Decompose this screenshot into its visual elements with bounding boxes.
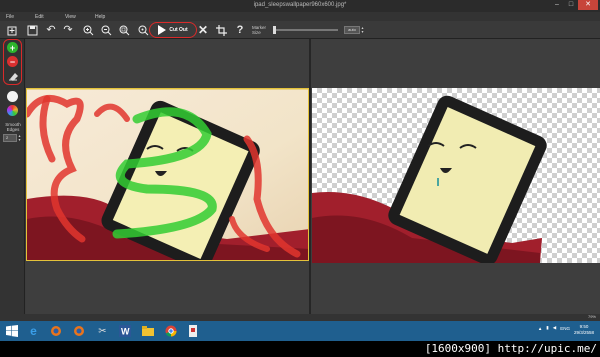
remove-marker-icon[interactable]: − [7, 56, 18, 67]
background-white-icon[interactable] [7, 91, 18, 102]
smooth-edges-spinner[interactable]: ▴ ▾ [17, 134, 22, 142]
chrome-icon[interactable] [162, 323, 179, 339]
scissors-icon[interactable]: ✂ [94, 323, 111, 339]
smooth-edges-label: Smooth Edges [5, 122, 21, 132]
zoom-actual-icon[interactable] [137, 24, 149, 36]
firefox-icon[interactable] [47, 323, 64, 339]
start-icon[interactable] [3, 323, 20, 339]
system-tray: ▲ ▮ ◀ ENG [538, 325, 570, 331]
minimize-button[interactable]: – [550, 0, 564, 10]
close-window-button[interactable]: ✕ [578, 0, 598, 10]
add-image-icon[interactable] [6, 24, 18, 36]
undo-icon[interactable]: ↶ [45, 24, 57, 36]
help-icon[interactable]: ? [234, 24, 246, 36]
ie-icon[interactable]: e [25, 323, 42, 339]
tray-arrow-icon[interactable]: ▲ [538, 326, 542, 331]
marker-size-spinner[interactable]: ▴ ▾ [360, 26, 365, 34]
menu-view[interactable]: View [65, 14, 76, 20]
title-bar: ipad_sleepswallpaper960x600.jpg* – □ ✕ [0, 0, 600, 12]
result-preview [312, 88, 600, 263]
app-icon[interactable] [184, 323, 201, 339]
color-picker-icon[interactable] [7, 105, 18, 116]
marker-size-slider[interactable] [273, 26, 338, 34]
language-indicator[interactable]: ENG [560, 326, 570, 331]
menu-help[interactable]: Help [95, 14, 105, 20]
zoom-level: 79% [587, 314, 596, 319]
cut-out-button[interactable]: Cut Out [149, 22, 197, 38]
marker-size-input[interactable]: auto [344, 26, 360, 34]
keep-marker-icon[interactable]: + [7, 42, 18, 53]
toolbar: ↶ ↷ Cut Out ✕ ? Marker Size auto ▴ ▾ [0, 21, 600, 39]
eraser-icon[interactable] [7, 70, 18, 81]
watermark: [1600x900] http://upic.me/ [0, 341, 600, 357]
crop-icon[interactable] [215, 24, 227, 36]
maximize-button[interactable]: □ [564, 0, 578, 10]
cut-out-label: Cut Out [169, 27, 188, 33]
svg-text:W: W [121, 327, 130, 337]
tool-panel: + − Smooth Edges 2 ▴ ▾ [0, 39, 25, 320]
clock[interactable]: 9:50 29/3/2558 [572, 324, 596, 336]
explorer-icon[interactable] [139, 323, 156, 339]
redo-icon[interactable]: ↷ [62, 24, 74, 36]
status-bar: 79% [0, 314, 600, 321]
network-icon[interactable]: ▮ [546, 325, 548, 331]
clock-date: 29/3/2558 [573, 330, 595, 335]
menu-file[interactable]: File [6, 14, 14, 20]
save-icon[interactable] [26, 24, 38, 36]
play-icon [158, 25, 167, 35]
zoom-in-icon[interactable] [82, 24, 94, 36]
close-icon[interactable]: ✕ [197, 24, 209, 36]
app-window: ipad_sleepswallpaper960x600.jpg* – □ ✕ F… [0, 0, 600, 357]
zoom-out-icon[interactable] [100, 24, 112, 36]
volume-icon[interactable]: ◀ [553, 325, 556, 331]
marker-size-label: Marker Size [252, 25, 267, 35]
firefox-icon[interactable] [70, 323, 87, 339]
word-icon[interactable]: W [116, 323, 133, 339]
menu-edit[interactable]: Edit [35, 14, 44, 20]
smooth-edges-input[interactable]: 2 [3, 134, 17, 142]
slider-thumb[interactable] [273, 26, 276, 34]
taskbar: e ✂ W ▲ ▮ ◀ ENG 9:50 29/3/2558 [0, 321, 600, 341]
source-image[interactable] [26, 88, 309, 261]
window-title: ipad_sleepswallpaper960x600.jpg* [253, 2, 347, 8]
zoom-fit-icon[interactable] [118, 24, 130, 36]
menu-bar: File Edit View Help [0, 12, 600, 21]
